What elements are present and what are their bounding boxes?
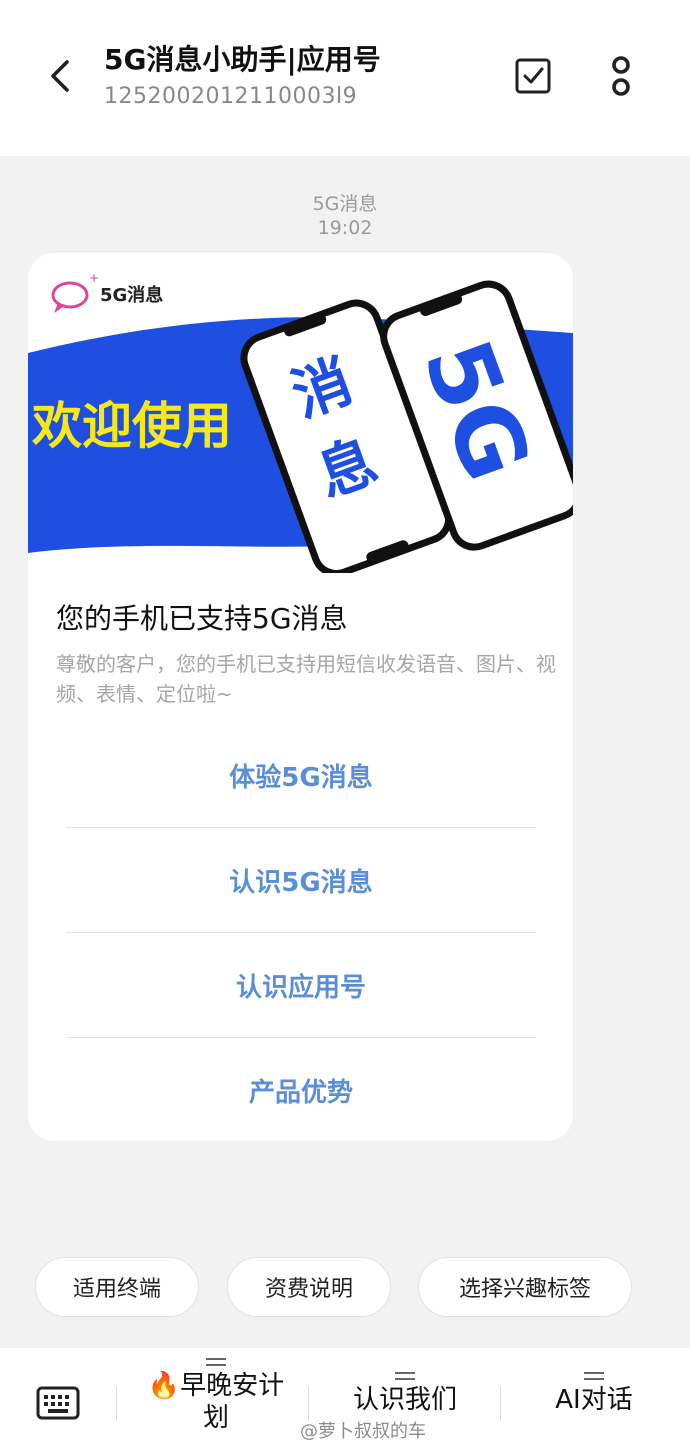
menu-separator — [500, 1386, 501, 1420]
action-learn-app-account[interactable]: 认识应用号 — [66, 933, 536, 1037]
chip-compatible-devices[interactable]: 适用终端 — [35, 1257, 199, 1317]
menu-separator — [308, 1386, 309, 1420]
action-learn-5g[interactable]: 认识5G消息 — [66, 828, 536, 932]
more-options-button[interactable] — [597, 52, 645, 100]
banner-welcome-text: 欢迎使用 — [31, 397, 232, 455]
svg-text:+: + — [89, 271, 99, 285]
watermark: @萝卜叔叔的车 — [300, 1421, 426, 1442]
banner-illustration: + 5G消息 欢迎使用 消 息 5G — [28, 271, 573, 578]
message-time: 19:02 — [317, 217, 373, 239]
card-description: 尊敬的客户，您的手机已支持用短信收发语音、图片、视频、表情、定位啦~ — [56, 652, 556, 706]
menu-label: AI对话 — [555, 1385, 633, 1415]
app-header: 5G消息小助手|应用号 1252002012110003l9 — [0, 0, 690, 156]
menu-ai-chat[interactable]: AI对话 — [514, 1372, 674, 1416]
checkbox-icon — [515, 58, 551, 94]
submenu-indicator-icon — [584, 1372, 604, 1380]
back-button[interactable] — [40, 56, 80, 96]
keyboard-icon — [36, 1386, 80, 1420]
select-button[interactable] — [509, 52, 557, 100]
more-vertical-icon — [612, 56, 630, 96]
rich-card: + 5G消息 欢迎使用 消 息 5G 您的手机已支持5G消息 尊敬的客户，您的手… — [28, 253, 573, 1141]
chip-interest-tags[interactable]: 选择兴趣标签 — [418, 1257, 632, 1317]
submenu-indicator-icon — [206, 1358, 226, 1366]
action-experience-5g[interactable]: 体验5G消息 — [66, 723, 536, 827]
sender-number: 1252002012110003l9 — [104, 84, 358, 109]
menu-label: 🔥早晚安计划 — [147, 1371, 285, 1433]
chevron-left-icon — [51, 60, 69, 92]
banner-logo-text: 5G消息 — [100, 284, 163, 306]
submenu-indicator-icon — [395, 1372, 415, 1380]
message-source-label: 5G消息 — [312, 193, 378, 215]
5g-message-logo-icon: + — [51, 271, 99, 313]
menu-about-us[interactable]: 认识我们 — [320, 1372, 490, 1416]
menu-separator — [116, 1386, 117, 1420]
keyboard-toggle-button[interactable] — [36, 1386, 80, 1422]
menu-label: 认识我们 — [352, 1385, 457, 1415]
card-title: 您的手机已支持5G消息 — [56, 602, 348, 635]
menu-morning-evening-plan[interactable]: 🔥早晚安计划 — [136, 1358, 296, 1434]
card-banner-image[interactable]: + 5G消息 欢迎使用 消 息 5G — [28, 253, 573, 578]
conversation-title: 5G消息小助手|应用号 — [104, 43, 381, 76]
chip-pricing[interactable]: 资费说明 — [227, 1257, 391, 1317]
action-product-advantages[interactable]: 产品优势 — [66, 1038, 536, 1141]
